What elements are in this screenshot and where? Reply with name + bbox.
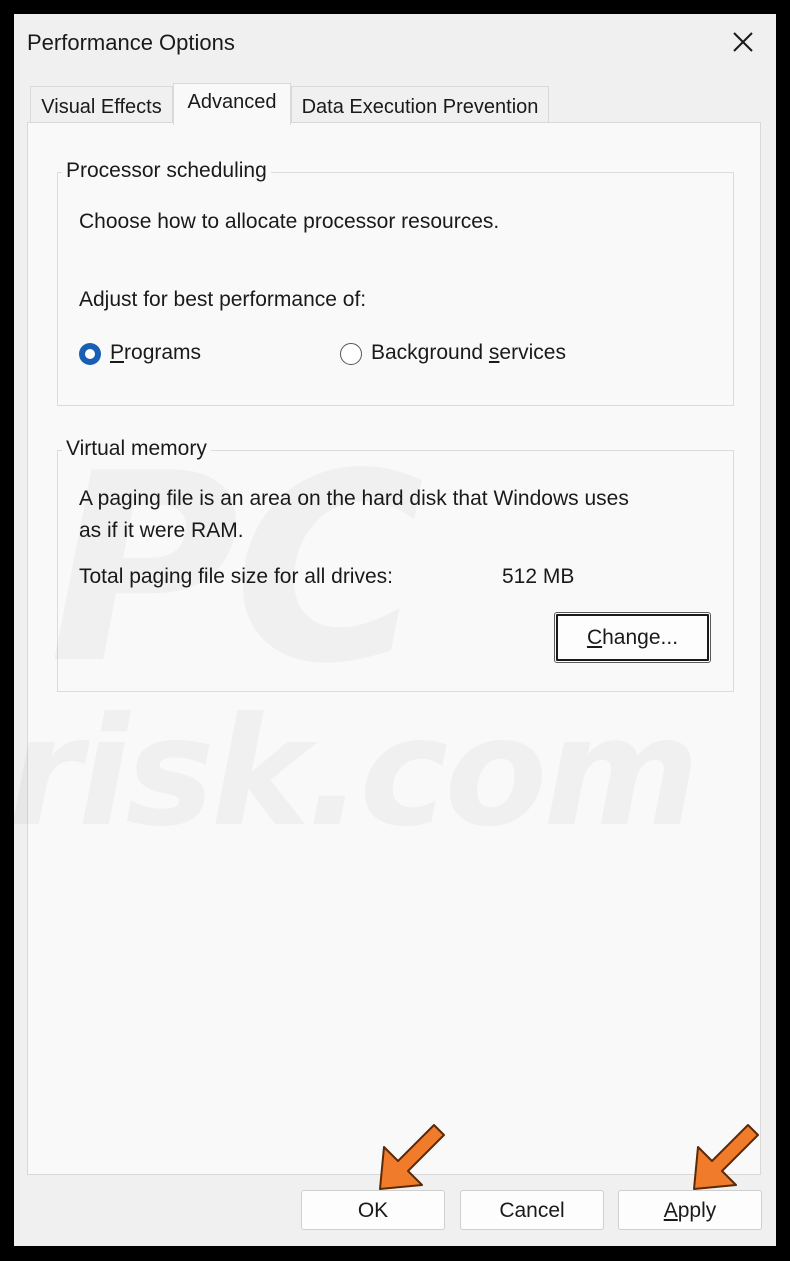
virtual-memory-group: Virtual memory A paging file is an area … — [57, 437, 734, 692]
radio-programs-label: Programs — [110, 341, 202, 364]
tab-visual-effects[interactable]: Visual Effects — [30, 86, 173, 124]
virtual-memory-description-line1: A paging file is an area on the hard dis… — [79, 487, 629, 510]
processor-scheduling-group: Processor scheduling Choose how to alloc… — [57, 159, 734, 406]
processor-scheduling-legend: Processor scheduling — [62, 159, 271, 183]
tab-data-execution-prevention[interactable]: Data Execution Prevention — [291, 86, 549, 124]
cancel-button[interactable]: Cancel — [460, 1190, 604, 1230]
arrow-pointing-apply-icon — [693, 1124, 759, 1190]
performance-options-window: Performance Options Visual Effects Advan… — [14, 14, 776, 1246]
radio-background-services-label: Background services — [371, 341, 566, 364]
virtual-memory-description-line2: as if it were RAM. — [79, 519, 244, 542]
total-paging-size-value: 512 MB — [502, 565, 575, 588]
tab-label: Data Execution Prevention — [301, 96, 539, 118]
radio-background-services[interactable]: Background services — [340, 341, 600, 371]
processor-scheduling-description: Choose how to allocate processor resourc… — [79, 210, 500, 233]
radio-background-services-indicator[interactable] — [340, 343, 362, 365]
arrow-pointing-ok-icon — [379, 1124, 445, 1190]
radio-programs[interactable]: Programs — [79, 341, 239, 371]
close-button[interactable] — [726, 26, 760, 60]
total-paging-size-label: Total paging file size for all drives: — [79, 565, 393, 588]
adjust-performance-label: Adjust for best performance of: — [79, 288, 367, 311]
window-title: Performance Options — [27, 30, 235, 55]
ok-label: OK — [357, 1199, 389, 1222]
radio-programs-indicator[interactable] — [79, 343, 101, 365]
change-button[interactable]: Change... — [554, 612, 711, 663]
apply-label: Apply — [663, 1199, 717, 1222]
virtual-memory-legend: Virtual memory — [62, 437, 211, 461]
tab-advanced[interactable]: Advanced — [173, 83, 291, 125]
tab-label: Visual Effects — [41, 96, 162, 118]
tab-label: Advanced — [187, 91, 277, 113]
advanced-tab-panel: Processor scheduling Choose how to alloc… — [27, 122, 761, 1175]
close-icon — [733, 32, 753, 52]
cancel-label: Cancel — [499, 1199, 565, 1222]
